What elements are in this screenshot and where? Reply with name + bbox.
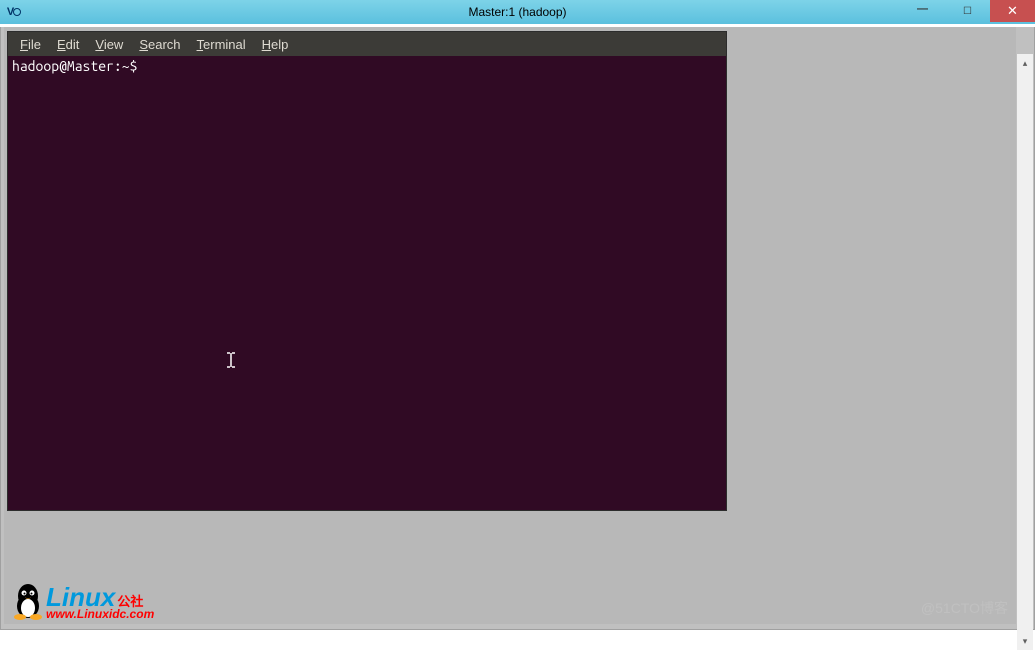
- menu-help[interactable]: Help: [254, 35, 297, 54]
- window-title: Master:1 (hadoop): [468, 5, 566, 19]
- remote-desktop[interactable]: File Edit View Search Terminal Help hado…: [4, 27, 1016, 624]
- window-title-bar: V Master:1 (hadoop) — ☐ ✕: [0, 0, 1035, 24]
- menu-search[interactable]: Search: [131, 35, 188, 54]
- terminal-prompt: hadoop@Master:~$: [12, 58, 137, 74]
- terminal-menu-bar: File Edit View Search Terminal Help: [8, 32, 726, 56]
- menu-file[interactable]: File: [12, 35, 49, 54]
- maximize-button[interactable]: ☐: [945, 0, 990, 22]
- minimize-button[interactable]: —: [900, 0, 945, 22]
- menu-edit[interactable]: Edit: [49, 35, 87, 54]
- tux-penguin-icon: [12, 582, 44, 620]
- window-controls: — ☐ ✕: [900, 0, 1035, 22]
- close-button[interactable]: ✕: [990, 0, 1035, 22]
- cto-watermark: @51CTO博客: [921, 598, 1008, 618]
- linuxidc-watermark: Linux 公社 www.Linuxidc.com: [12, 582, 154, 620]
- vnc-app-icon: V: [5, 3, 23, 21]
- scrollbar-vertical[interactable]: ▴ ▾: [1017, 54, 1033, 650]
- logo-url-text: www.Linuxidc.com: [46, 608, 154, 620]
- menu-terminal[interactable]: Terminal: [189, 35, 254, 54]
- vnc-content-area: File Edit View Search Terminal Help hado…: [0, 27, 1035, 630]
- scrollbar-down-button[interactable]: ▾: [1017, 632, 1033, 650]
- terminal-window: File Edit View Search Terminal Help hado…: [7, 31, 727, 511]
- menu-view[interactable]: View: [87, 35, 131, 54]
- scrollbar-up-button[interactable]: ▴: [1017, 54, 1033, 72]
- text-cursor-icon: [226, 352, 236, 371]
- terminal-body[interactable]: hadoop@Master:~$: [8, 56, 726, 510]
